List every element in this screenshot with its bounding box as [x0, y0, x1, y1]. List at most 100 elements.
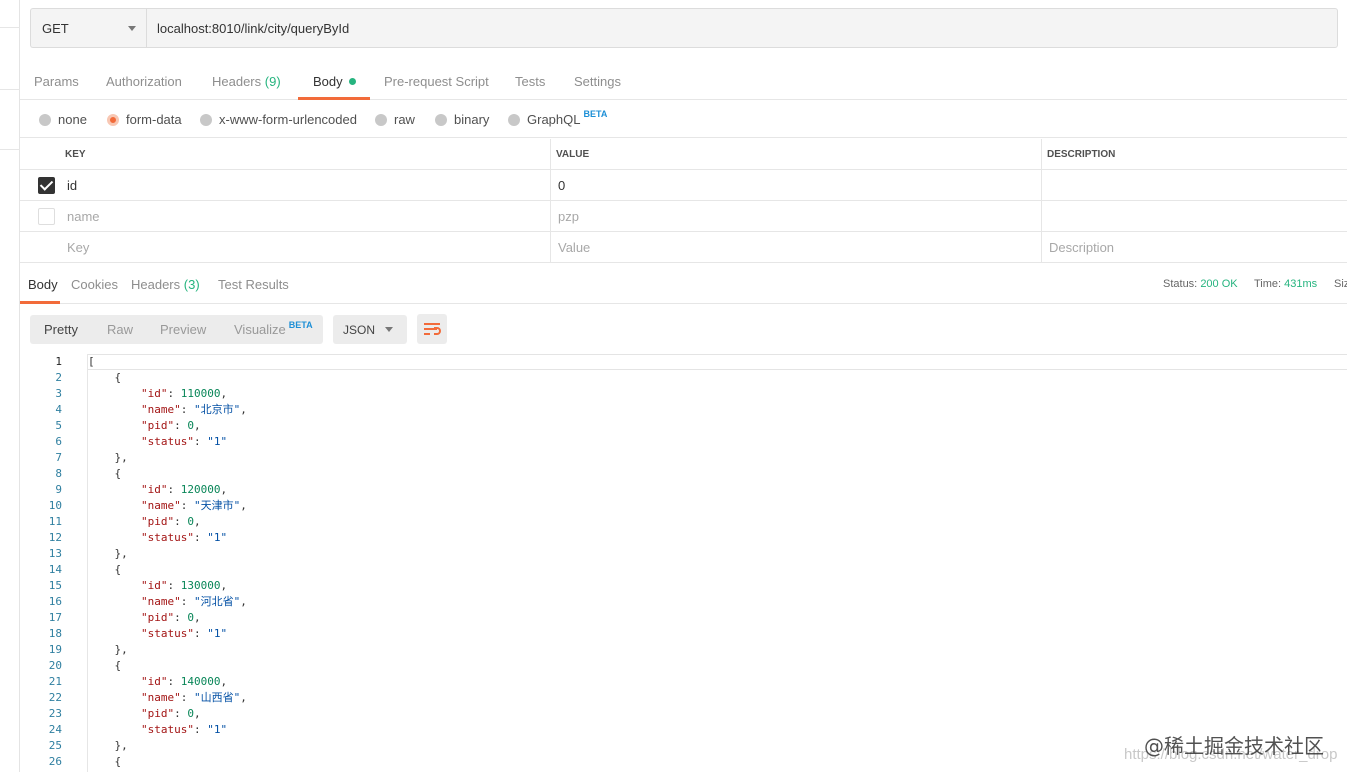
status-label: Status: [1163, 278, 1198, 290]
chevron-down-icon [385, 327, 393, 332]
code-text: "id": 130000, [88, 578, 227, 594]
code-text: { [88, 562, 121, 578]
code-token: : [193, 531, 208, 544]
code-token: : [193, 627, 208, 640]
code-token: : [174, 611, 188, 624]
radio-graphql[interactable]: GraphQL BETA [508, 109, 607, 127]
method-select[interactable]: GET [30, 8, 146, 48]
radio-raw[interactable]: raw [375, 112, 415, 127]
code-token: "1" [207, 435, 228, 448]
code-line: 14 { [20, 562, 1347, 578]
radio-binary[interactable]: binary [435, 112, 489, 127]
code-token: { [88, 563, 122, 576]
code-token: , [240, 595, 247, 608]
code-token: : [193, 435, 208, 448]
line-number: 7 [55, 451, 62, 464]
code-token: , [220, 483, 228, 496]
tab-label: Settings [574, 74, 621, 89]
view-label: Pretty [44, 322, 78, 337]
tab-label: Headers [212, 74, 262, 89]
param-value-cell[interactable]: pzp [558, 201, 579, 232]
code-token: , [193, 419, 201, 432]
radio-form-data[interactable]: form-data [107, 112, 182, 127]
code-token: "河北省" [193, 595, 241, 608]
code-text: "id": 120000, [88, 482, 227, 498]
time-value[interactable]: 431ms [1284, 278, 1317, 290]
url-input[interactable]: localhost:8010/link/city/queryById [146, 8, 1338, 48]
tab-params[interactable]: Params [34, 60, 79, 99]
status-value[interactable]: 200 OK [1200, 278, 1237, 290]
radio-icon [200, 113, 212, 126]
resp-tab-headers[interactable]: Headers (3) [131, 266, 200, 302]
code-token: : [193, 723, 208, 736]
code-token: "status" [140, 627, 194, 640]
radio-x-www-form-urlencoded[interactable]: x-www-form-urlencoded [200, 112, 357, 127]
code-token: 0 [187, 515, 194, 528]
line-number: 26 [48, 755, 62, 768]
tab-count: (9) [264, 74, 281, 89]
tab-count: (3) [183, 277, 200, 292]
new-description-input[interactable]: Description [1049, 232, 1114, 263]
code-token: : [180, 499, 194, 512]
code-token: "id" [140, 387, 168, 400]
code-line: 12 "status": "1" [20, 530, 1347, 546]
row-checkbox-checked[interactable] [38, 177, 55, 194]
param-value-cell[interactable]: 0 [558, 170, 565, 201]
sidebar-divider [0, 89, 20, 90]
code-text: "name": "北京市", [88, 402, 247, 418]
radio-none[interactable]: none [39, 112, 87, 127]
resp-tab-test-results[interactable]: Test Results [218, 266, 289, 302]
code-text: { [88, 370, 121, 386]
code-text: { [88, 754, 121, 770]
line-number: 6 [55, 435, 62, 448]
sidebar-divider [0, 149, 20, 150]
code-token: "name" [140, 595, 181, 608]
code-token: , [193, 611, 201, 624]
response-code-editor[interactable]: 1[2 {3 "id": 110000, 4 "name": "北京市", 5 "p… [20, 354, 1347, 772]
left-sidebar-edge [0, 0, 20, 772]
tab-label: Body [313, 74, 343, 89]
view-preview[interactable]: Preview [160, 315, 206, 344]
tab-tests[interactable]: Tests [515, 60, 545, 99]
view-pretty[interactable]: Pretty [44, 315, 78, 344]
code-token: : [174, 515, 188, 528]
param-key-cell[interactable]: id [67, 170, 77, 201]
tab-pre-request-script[interactable]: Pre-request Script [384, 60, 489, 99]
tab-body[interactable]: Body [313, 60, 356, 99]
view-visualize[interactable]: Visualize BETA [234, 315, 313, 344]
param-key-cell[interactable]: name [67, 201, 100, 232]
format-select[interactable]: JSON [333, 315, 407, 344]
line-number: 18 [48, 627, 62, 640]
tab-settings[interactable]: Settings [574, 60, 621, 99]
code-token: : [180, 595, 194, 608]
wrap-lines-button[interactable] [417, 314, 447, 344]
tab-headers[interactable]: Headers (9) [212, 60, 281, 99]
view-raw[interactable]: Raw [107, 315, 133, 344]
method-label: GET [42, 20, 69, 36]
code-line: 21 "id": 140000, [20, 674, 1347, 690]
row-checkbox-unchecked[interactable] [38, 208, 55, 225]
line-number: 24 [48, 723, 62, 736]
code-token: { [88, 659, 122, 672]
tab-authorization[interactable]: Authorization [106, 60, 182, 99]
table-row: id 0 [20, 170, 1347, 201]
code-token: , [220, 675, 228, 688]
code-text: "pid": 0, [88, 514, 201, 530]
code-token: "status" [140, 531, 194, 544]
code-token: { [88, 755, 122, 768]
new-value-input[interactable]: Value [558, 232, 590, 263]
code-line: 19 }, [20, 642, 1347, 658]
radio-label: raw [394, 112, 415, 127]
code-text: "name": "河北省", [88, 594, 247, 610]
code-token: "pid" [140, 611, 175, 624]
new-key-input[interactable]: Key [67, 232, 89, 263]
resp-tab-cookies[interactable]: Cookies [71, 266, 118, 302]
resp-tab-body[interactable]: Body [28, 266, 58, 302]
line-number: 20 [48, 659, 62, 672]
code-token: , [220, 579, 228, 592]
